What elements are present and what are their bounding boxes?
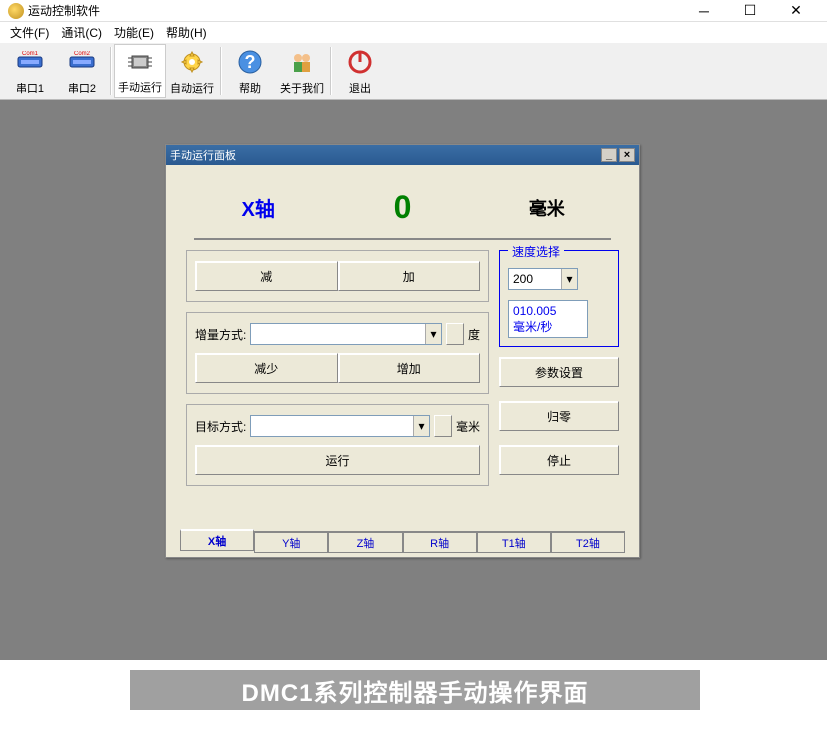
toolbar-auto-button[interactable]: 自动运行 [166,44,218,98]
toolbar-auto-label: 自动运行 [170,80,214,96]
increment-group: 增量方式: ▾ 度 减少 增加 [186,312,489,394]
tab-x-axis[interactable]: X轴 [180,529,254,551]
menu-comm[interactable]: 通讯(C) [55,22,108,43]
caption-banner: DMC1系列控制器手动操作界面 [130,670,700,710]
toolbar-about-button[interactable]: 关于我们 [276,44,328,98]
mdi-client-area: 手动运行面板 _ × X轴 0 毫米 减 加 [0,100,827,660]
increment-unit: 度 [468,326,480,343]
home-button[interactable]: 归零 [499,401,619,431]
minimize-button[interactable]: ─ [681,0,727,22]
toolbar-exit-label: 退出 [349,80,371,96]
toolbar-help-button[interactable]: ? 帮助 [224,44,276,98]
menu-file[interactable]: 文件(F) [4,22,55,43]
target-combo[interactable]: ▾ [250,415,430,437]
svg-text:?: ? [245,52,256,72]
chip-icon [124,47,156,77]
panel-titlebar: 手动运行面板 _ × [166,145,639,165]
toolbar-exit-button[interactable]: 退出 [334,44,386,98]
toolbar-separator [220,47,222,95]
right-column: 速度选择 200 ▾ 010.005 毫米/秒 参数设置 [499,250,619,496]
com-port-icon: Com2 [66,46,98,78]
window-controls: ─ ☐ ✕ [681,0,819,22]
panel-title: 手动运行面板 [170,147,599,163]
run-button[interactable]: 运行 [195,445,480,475]
menu-function[interactable]: 功能(E) [108,22,160,43]
toolbar-about-label: 关于我们 [280,80,324,96]
toolbar-com1-label: 串口1 [16,80,44,96]
axis-tabs: X轴 Y轴 Z轴 R轴 T1轴 T2轴 [180,531,625,553]
axis-label: X轴 [218,193,298,222]
increment-label: 增量方式: [195,326,246,343]
left-column: 减 加 增量方式: ▾ 度 [186,250,489,496]
gear-icon [176,46,208,78]
tab-z-axis[interactable]: Z轴 [328,531,402,553]
target-unit: 毫米 [456,418,480,435]
chevron-down-icon[interactable]: ▾ [413,416,429,436]
tab-t2-axis[interactable]: T2轴 [551,531,625,553]
toolbar-separator [330,47,332,95]
tab-t1-axis[interactable]: T1轴 [477,531,551,553]
position-display-row: X轴 0 毫米 [186,181,619,238]
speed-combo[interactable]: 200 ▾ [508,268,578,290]
panel-body: X轴 0 毫米 减 加 增量方 [166,165,639,557]
toolbar-manual-label: 手动运行 [118,79,162,95]
tab-r-axis[interactable]: R轴 [403,531,477,553]
target-label: 目标方式: [195,418,246,435]
content-row: 减 加 增量方式: ▾ 度 [180,240,625,506]
position-reading: 0 [342,189,462,226]
toolbar-help-label: 帮助 [239,80,261,96]
close-button[interactable]: ✕ [773,0,819,22]
chevron-down-icon[interactable]: ▾ [561,269,577,289]
jog-group: 减 加 [186,250,489,302]
position-unit: 毫米 [507,195,587,221]
stop-button[interactable]: 停止 [499,445,619,475]
speed-display-unit: 毫米/秒 [513,318,583,335]
speed-group-title: 速度选择 [508,243,564,260]
param-settings-button[interactable]: 参数设置 [499,357,619,387]
toolbar-separator [110,47,112,95]
jog-minus-button[interactable]: 减 [195,261,338,291]
manual-panel-window: 手动运行面板 _ × X轴 0 毫米 减 加 [165,144,640,558]
app-icon [8,3,24,19]
speed-display: 010.005 毫米/秒 [508,300,588,338]
decrease-button[interactable]: 减少 [195,353,338,383]
panel-minimize-button[interactable]: _ [601,148,617,162]
target-step-button[interactable] [434,415,452,437]
toolbar-com1-button[interactable]: Com1 串口1 [4,44,56,98]
menubar: 文件(F) 通讯(C) 功能(E) 帮助(H) [0,22,827,42]
power-icon [344,46,376,78]
menu-help[interactable]: 帮助(H) [160,22,213,43]
toolbar: Com1 串口1 Com2 串口2 手动运行 自动运行 ? 帮助 关于我们 [0,42,827,100]
target-group: 目标方式: ▾ 毫米 运行 [186,404,489,486]
people-icon [286,46,318,78]
com-port-icon: Com1 [14,46,46,78]
increment-step-button[interactable] [446,323,464,345]
app-titlebar: 运动控制软件 ─ ☐ ✕ [0,0,827,22]
speed-group: 速度选择 200 ▾ 010.005 毫米/秒 [499,250,619,347]
increase-button[interactable]: 增加 [338,353,481,383]
toolbar-com2-label: 串口2 [68,80,96,96]
panel-close-button[interactable]: × [619,148,635,162]
app-title: 运动控制软件 [28,2,681,19]
jog-plus-button[interactable]: 加 [338,261,481,291]
toolbar-com2-button[interactable]: Com2 串口2 [56,44,108,98]
increment-combo[interactable]: ▾ [250,323,442,345]
speed-value: 200 [509,272,537,286]
chevron-down-icon[interactable]: ▾ [425,324,441,344]
toolbar-manual-button[interactable]: 手动运行 [114,44,166,98]
svg-text:Com1: Com1 [22,51,39,57]
help-icon: ? [234,46,266,78]
tab-y-axis[interactable]: Y轴 [254,531,328,553]
speed-display-num: 010.005 [513,304,583,318]
svg-text:Com2: Com2 [74,51,91,57]
maximize-button[interactable]: ☐ [727,0,773,22]
